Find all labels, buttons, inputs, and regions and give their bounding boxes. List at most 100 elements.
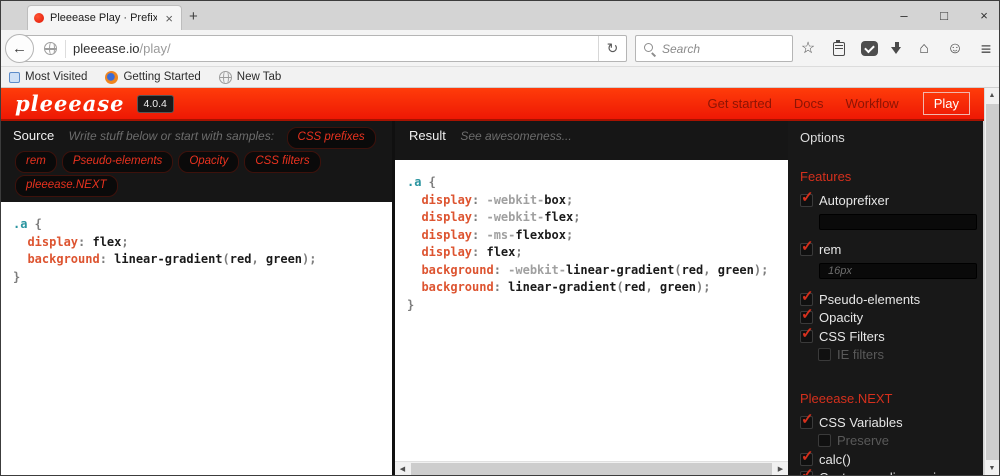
option-css-filters[interactable]: ✓ CSS Filters: [800, 326, 973, 346]
scroll-right-icon[interactable]: ▶: [773, 465, 788, 473]
option-custom-media-queries[interactable]: ✓ Custom media-queries: [800, 467, 973, 475]
scrollbar-thumb[interactable]: [411, 462, 772, 475]
nav-link-get-started[interactable]: Get started: [708, 96, 772, 111]
option-label: CSS Variables: [819, 414, 903, 430]
option-autoprefixer[interactable]: ✓ Autoprefixer: [800, 190, 973, 210]
sample-css-prefixes[interactable]: CSS prefixes: [286, 127, 376, 149]
sample-css-filters[interactable]: CSS filters: [244, 151, 321, 173]
code-line: display: -ms-flexbox;: [421, 227, 574, 242]
checkbox-css-filters[interactable]: ✓: [800, 326, 814, 343]
sample-opacity[interactable]: Opacity: [178, 151, 240, 173]
source-panel-header: Source Write stuff below or start with s…: [1, 121, 392, 202]
source-hint: Write stuff below or start with samples:: [68, 129, 275, 143]
url-bar[interactable]: pleeease.io/play/ ↻: [21, 35, 627, 62]
options-group-pleeease-next: Pleeease.NEXT ✓ CSS Variables Preserve ✓ calc…: [800, 391, 973, 475]
bookmark-label: Most Visited: [25, 71, 88, 83]
check-icon: ✓: [801, 238, 814, 256]
checkbox-pseudo-elements[interactable]: ✓: [800, 289, 814, 306]
bookmark-new-tab[interactable]: New Tab: [218, 70, 282, 84]
sample-rem[interactable]: rem: [15, 151, 57, 173]
back-button[interactable]: ←: [5, 34, 34, 63]
source-panel: Source Write stuff below or start with s…: [1, 121, 395, 475]
nav-link-workflow[interactable]: Workflow: [845, 96, 898, 111]
tab-close-icon[interactable]: ×: [163, 11, 175, 26]
close-button[interactable]: ×: [977, 8, 991, 23]
scroll-down-icon[interactable]: ▼: [985, 461, 1000, 475]
option-preserve[interactable]: Preserve: [818, 432, 973, 451]
code-line: }: [13, 269, 21, 284]
bookmark-getting-started[interactable]: Getting Started: [105, 70, 201, 84]
code-line: background: -webkit-linear-gradient(red,…: [421, 262, 769, 277]
globe-icon: [218, 70, 232, 84]
play-nav-button[interactable]: Play: [922, 92, 970, 115]
minimize-button[interactable]: –: [897, 8, 911, 23]
site-nav: Get started Docs Workflow Play: [708, 92, 970, 115]
checkbox-calc[interactable]: ✓: [800, 449, 814, 466]
check-icon: ✓: [801, 447, 814, 465]
checkbox-ie-filters[interactable]: [818, 348, 831, 362]
tab-title: Pleeease Play · Prefix CSS3...: [50, 12, 158, 24]
search-placeholder: Search: [662, 41, 701, 56]
result-hint: See awesomeness...: [460, 129, 572, 143]
code-line: .a {: [407, 175, 436, 189]
toolbar-icons: ☆ ⌂ ☺ ≡: [799, 30, 995, 67]
code-line: .a {: [13, 217, 42, 231]
favicon-icon: [34, 13, 44, 23]
nav-link-docs[interactable]: Docs: [794, 96, 824, 111]
code-line: display: flex;: [421, 245, 523, 259]
option-calc[interactable]: ✓ calc(): [800, 449, 973, 469]
page-vertical-scrollbar[interactable]: ▲ ▼: [984, 88, 1000, 475]
bookmark-most-visited[interactable]: Most Visited: [9, 71, 87, 83]
code-line: }: [407, 297, 415, 312]
bookmark-star-icon[interactable]: ☆: [799, 40, 817, 58]
sample-pseudo-elements[interactable]: Pseudo-elements: [61, 151, 174, 173]
url-text[interactable]: pleeease.io/play/: [73, 41, 171, 56]
result-code-view[interactable]: .a { display: -webkit-box; display: -web…: [395, 160, 788, 475]
option-css-variables[interactable]: ✓ CSS Variables: [800, 412, 973, 432]
browser-window: Pleeease Play · Prefix CSS3... × + – □ ×…: [0, 0, 1000, 476]
pleeease-logo[interactable]: pleeease: [15, 91, 125, 116]
option-input-rem[interactable]: [819, 263, 977, 279]
checkbox-css-variables[interactable]: ✓: [800, 412, 814, 429]
bookmark-label: New Tab: [236, 71, 282, 83]
result-title: Result: [409, 128, 446, 143]
search-input[interactable]: Search: [635, 35, 793, 62]
maximize-button[interactable]: □: [937, 8, 951, 23]
option-opacity[interactable]: ✓ Opacity: [800, 307, 973, 328]
sample-pleeease-next[interactable]: pleeease.NEXT: [15, 175, 118, 197]
bookmarks-clipboard-icon[interactable]: [833, 39, 845, 56]
option-label: Custom media-queries: [819, 470, 950, 475]
home-icon[interactable]: ⌂: [915, 40, 933, 58]
smiley-icon[interactable]: ☺: [946, 40, 964, 58]
option-label: Pseudo-elements: [819, 291, 921, 307]
browser-tab[interactable]: Pleeease Play · Prefix CSS3... ×: [27, 5, 182, 30]
download-icon[interactable]: [891, 42, 902, 55]
option-pseudo-elements[interactable]: ✓ Pseudo-elements: [800, 289, 973, 309]
url-host: pleeease.io: [73, 41, 140, 56]
option-input-autoprefixer[interactable]: [819, 213, 977, 230]
options-groups: Features ✓ Autoprefixer ✓ rem ✓ Pseudo-element…: [800, 169, 977, 475]
option-ie-filters[interactable]: IE filters: [818, 346, 973, 365]
pocket-icon[interactable]: [861, 41, 878, 56]
checkbox-opacity[interactable]: ✓: [800, 307, 814, 325]
new-tab-button[interactable]: +: [189, 9, 198, 24]
version-badge: 4.0.4: [136, 94, 174, 113]
check-icon: ✓: [801, 188, 814, 206]
result-horizontal-scrollbar[interactable]: ◀ ▶: [395, 461, 788, 475]
reload-button[interactable]: ↻: [598, 36, 626, 61]
source-code-editor[interactable]: .a { display: flex; background: linear-g…: [1, 202, 392, 475]
scrollbar-thumb[interactable]: [985, 104, 999, 460]
scroll-up-icon[interactable]: ▲: [985, 88, 1000, 103]
scroll-left-icon[interactable]: ◀: [395, 465, 410, 473]
checkbox-preserve[interactable]: [818, 434, 831, 448]
site-header: pleeease 4.0.4 Get started Docs Workflow P…: [1, 88, 984, 121]
result-panel: Result See awesomeness... .a { display: …: [395, 121, 788, 475]
checkbox-rem[interactable]: ✓: [800, 239, 814, 257]
options-heading-pleeease-next: Pleeease.NEXT: [800, 391, 893, 406]
firefox-icon: [105, 70, 119, 84]
option-rem[interactable]: ✓ rem: [800, 239, 973, 260]
checkbox-autoprefixer[interactable]: ✓: [800, 190, 814, 207]
checkbox-custom-media-queries[interactable]: ✓: [800, 467, 814, 475]
menu-hamburger-icon[interactable]: ≡: [977, 40, 995, 58]
check-icon: ✓: [801, 306, 814, 324]
